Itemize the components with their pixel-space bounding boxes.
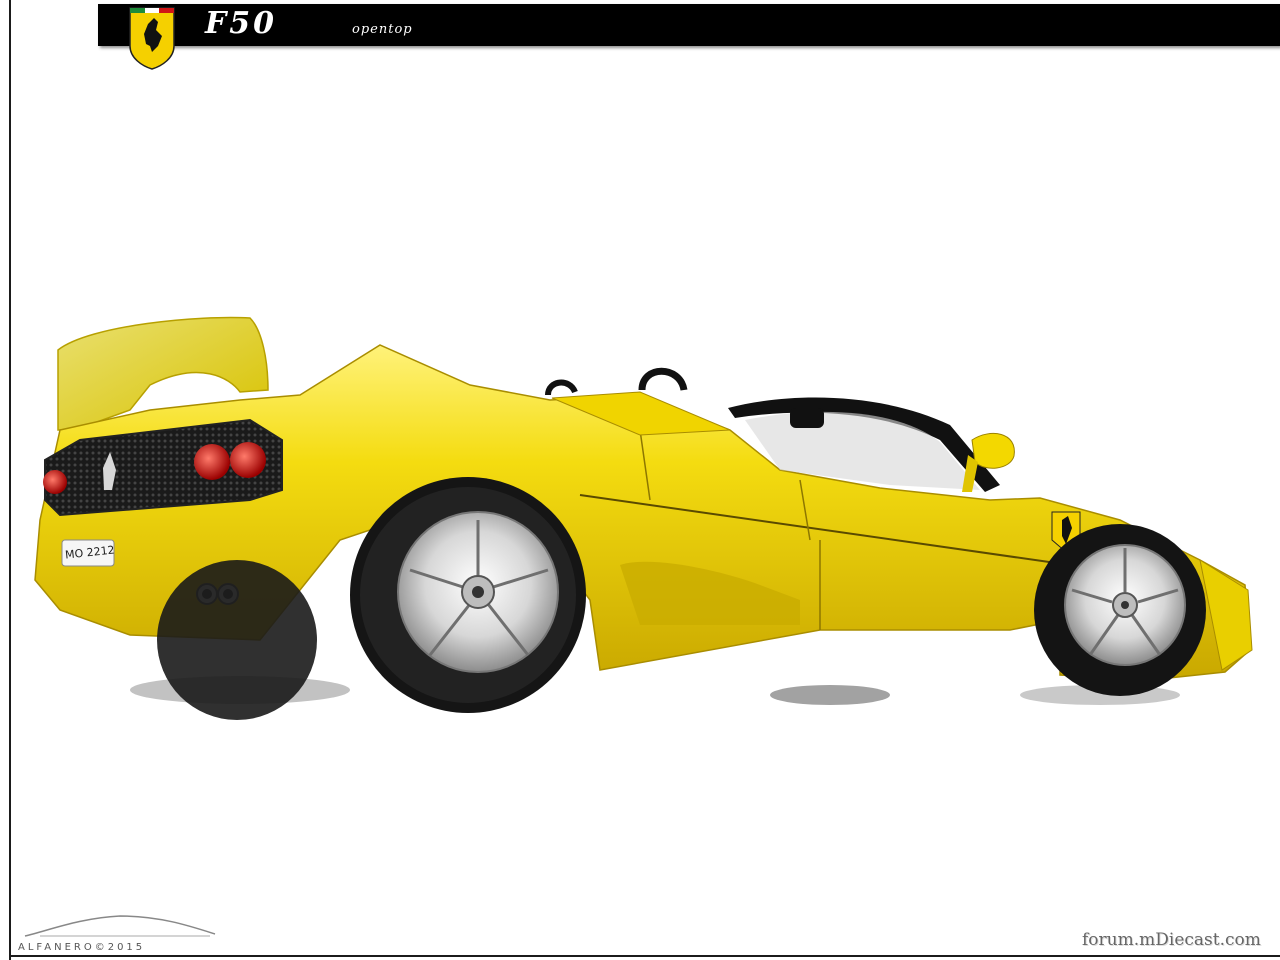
car-photo <box>34 316 1253 720</box>
car-outline-logo-icon <box>24 915 216 937</box>
ferrari-prancing-horse-shield-icon <box>129 7 175 70</box>
model-subtitle: opentop <box>352 22 413 37</box>
alfanero-watermark: ALFANERO©2015 <box>18 942 146 953</box>
forum-watermark: forum.mDiecast.com <box>1082 930 1261 950</box>
model-title: F50 <box>205 6 278 41</box>
